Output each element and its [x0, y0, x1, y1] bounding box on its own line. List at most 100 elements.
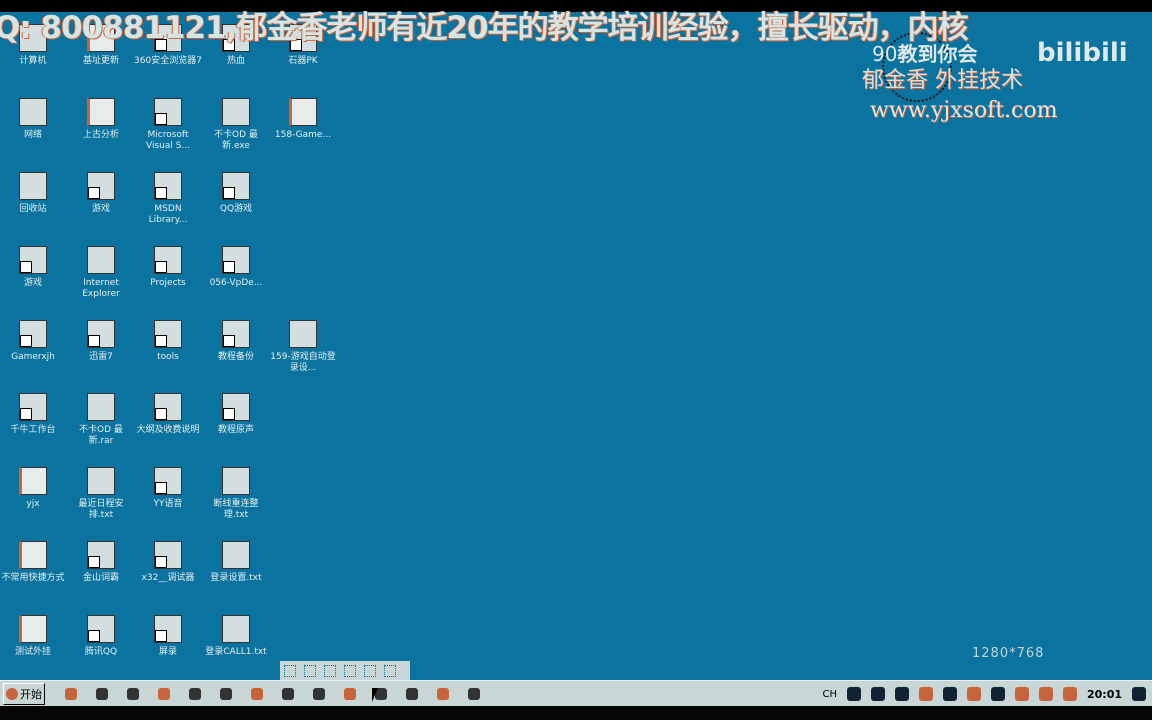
desktop-icon[interactable]: 金山词霸: [67, 541, 135, 584]
desktop-icon[interactable]: 网络: [0, 98, 67, 141]
shortcut-icon: [154, 172, 182, 200]
desktop-icon-label: 断线重连整理.txt: [213, 499, 259, 520]
desktop-icon[interactable]: 158-Game...: [269, 98, 337, 141]
desktop-icon[interactable]: 断线重连整理.txt: [202, 467, 270, 521]
desktop-icon-label: 360安全浏览器7: [134, 56, 202, 66]
taskbar-app-button[interactable]: [246, 684, 268, 704]
desktop-icon[interactable]: 千牛工作台: [0, 393, 67, 436]
taskbar-app-button[interactable]: [184, 684, 206, 704]
security-icon[interactable]: [966, 687, 981, 701]
shortcut-icon: [154, 393, 182, 421]
recorder-icon[interactable]: [1062, 687, 1077, 701]
desktop-icon[interactable]: 回收站: [0, 172, 67, 215]
desktop-icon[interactable]: QQ游戏: [202, 172, 270, 215]
taskbar-app-button[interactable]: [91, 684, 113, 704]
desktop-icon-label: 最近日程安排.txt: [78, 499, 124, 520]
help-icon[interactable]: [870, 687, 885, 701]
taskbar-app-button[interactable]: [122, 684, 144, 704]
desktop-icon[interactable]: 迅雷7: [67, 320, 135, 363]
desktop-icon[interactable]: Microsoft Visual S...: [134, 98, 202, 152]
desktop-icon-label: 大纲及收费说明: [136, 425, 200, 435]
desktop-icon-label: 教程原声: [217, 425, 254, 435]
desktop-icon-label: 不常用快捷方式: [1, 573, 65, 583]
network-icon[interactable]: [942, 687, 957, 701]
dot-icon[interactable]: [344, 665, 356, 677]
shortcut-icon: [87, 320, 115, 348]
desktop-icon-label: 游戏: [23, 278, 42, 288]
fox-icon[interactable]: [1038, 687, 1053, 701]
desktop-icon[interactable]: 游戏: [0, 246, 67, 289]
show-desktop-icon[interactable]: [1132, 687, 1146, 701]
desktop-icon[interactable]: Internet Explorer: [67, 246, 135, 300]
taskbar-buttons: [51, 684, 485, 704]
start-button[interactable]: 开始: [3, 682, 45, 705]
clock[interactable]: 20:01: [1087, 688, 1122, 701]
shortcut-icon: [19, 393, 47, 421]
taskbar-app-button[interactable]: [339, 684, 361, 704]
taskbar-app-button[interactable]: [401, 684, 423, 704]
file-icon: [87, 467, 115, 495]
desktop-icon[interactable]: 056-VpDe...: [202, 246, 270, 289]
file-icon: [289, 320, 317, 348]
taskbar-folder-button[interactable]: [153, 684, 175, 704]
desktop-icon[interactable]: 上古分析: [67, 98, 135, 141]
desktop-icon[interactable]: 登录设置.txt: [202, 541, 270, 584]
desktop-icon[interactable]: 腾讯QQ: [67, 615, 135, 658]
desktop-icon[interactable]: 游戏: [67, 172, 135, 215]
shortcut-icon: [154, 467, 182, 495]
tool-icon[interactable]: [384, 665, 396, 677]
desktop-icon[interactable]: 大纲及收费说明: [134, 393, 202, 436]
desktop-icon-label: 计算机: [19, 56, 47, 66]
desktop-icon-label: 回收站: [19, 204, 47, 214]
taskbar-app-button[interactable]: [60, 684, 82, 704]
desktop-icon[interactable]: 不常用快捷方式: [0, 541, 67, 584]
desktop-icon[interactable]: 最近日程安排.txt: [67, 467, 135, 521]
desktop-icon-label: 金山词霸: [82, 573, 119, 583]
folder-icon: [19, 541, 47, 569]
window-icon[interactable]: [364, 665, 376, 677]
volume-icon[interactable]: [990, 687, 1005, 701]
taskbar-app-button[interactable]: [215, 684, 237, 704]
desktop-icon[interactable]: YY语音: [134, 467, 202, 510]
desktop-icon[interactable]: 登录CALL1.txt: [202, 615, 270, 658]
qq-icon[interactable]: [1014, 687, 1029, 701]
desktop-icon[interactable]: yjx: [0, 467, 67, 510]
tray-app-icon[interactable]: [918, 687, 933, 701]
pen-icon[interactable]: [324, 665, 336, 677]
mouse-cursor-icon: [372, 688, 378, 702]
desktop-icon[interactable]: Projects: [134, 246, 202, 289]
grid-icon[interactable]: [304, 665, 316, 677]
desktop-icon[interactable]: 不卡OD 最新.rar: [67, 393, 135, 447]
desktop-icon[interactable]: x32__调试器: [134, 541, 202, 584]
shortcut-icon: [222, 320, 250, 348]
desktop-icon[interactable]: 教程备份: [202, 320, 270, 363]
refresh-icon[interactable]: [284, 665, 296, 677]
desktop-icon[interactable]: Gamerxjh: [0, 320, 67, 363]
desktop-icon[interactable]: MSDN Library...: [134, 172, 202, 226]
resolution-label: 1280*768: [972, 646, 1045, 661]
desktop-icon-label: 不卡OD 最新.rar: [79, 425, 123, 446]
arrow-icon[interactable]: [894, 687, 909, 701]
logo-url: www.yjxsoft.com: [870, 98, 1058, 123]
shortcut-icon: [222, 172, 250, 200]
desktop-icon-label: Gamerxjh: [11, 352, 55, 362]
desktop-icon[interactable]: 教程原声: [202, 393, 270, 436]
desktop-icon-label: 游戏: [91, 204, 110, 214]
desktop-icon[interactable]: 不卡OD 最新.exe: [202, 98, 270, 152]
desktop-icon[interactable]: tools: [134, 320, 202, 363]
taskbar-app-button[interactable]: [308, 684, 330, 704]
desktop-icon[interactable]: 屏录: [134, 615, 202, 658]
desktop-icon[interactable]: 159-游戏自动登录设...: [269, 320, 337, 374]
app-icon: [19, 172, 47, 200]
taskbar-app-button[interactable]: [277, 684, 299, 704]
desktop-icon-label: 教程备份: [217, 352, 254, 362]
taskbar-app-button[interactable]: [432, 684, 454, 704]
keyboard-icon[interactable]: [846, 687, 861, 701]
desktop-icon-label: 登录设置.txt: [210, 573, 262, 583]
desktop-icon-label: 登录CALL1.txt: [205, 647, 267, 657]
desktop-icon[interactable]: 测试外挂: [0, 615, 67, 658]
desktop-icon-label: 腾讯QQ: [84, 647, 118, 657]
taskbar-app-button[interactable]: [463, 684, 485, 704]
ime-indicator[interactable]: CH: [822, 689, 837, 700]
desktop-icon-label: 基址更新: [82, 56, 119, 66]
